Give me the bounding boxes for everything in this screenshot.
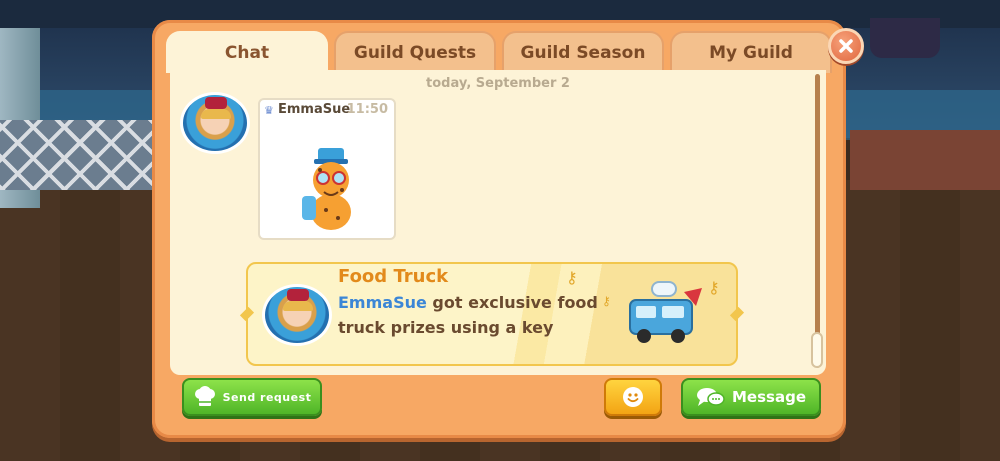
cheetah-sticker-icon [302, 148, 351, 230]
tab-guild-quests[interactable]: Guild Quests [334, 31, 496, 73]
scrollbar-thumb[interactable] [811, 332, 823, 368]
emoji-icon [623, 387, 643, 407]
background-railing [0, 120, 160, 190]
send-request-button[interactable]: Send request [182, 378, 322, 416]
crown-icon: ♛ [264, 104, 274, 117]
tab-guild-season[interactable]: Guild Season [502, 31, 664, 73]
lamp-icon [870, 18, 940, 58]
key-icon: ⚷ [708, 278, 720, 297]
chat-message-bubble: ♛ EmmaSue 11:50 [258, 98, 396, 240]
event-title: Food Truck [338, 266, 449, 287]
message-sender[interactable]: EmmaSue [278, 102, 350, 117]
close-icon [839, 39, 853, 53]
key-icon: ⚷ [566, 268, 578, 287]
tab-my-guild[interactable]: My Guild [670, 31, 832, 73]
event-description: EmmaSue got exclusive food truck prizes … [338, 290, 598, 340]
guild-chat-panel: Chat Guild Quests Guild Season My Guild … [152, 20, 864, 438]
message-button[interactable]: Message [681, 378, 821, 416]
date-separator: today, September 2 [426, 76, 570, 91]
send-request-label: Send request [222, 390, 312, 404]
tab-bar: Chat Guild Quests Guild Season My Guild [166, 31, 832, 73]
food-truck-icon [629, 281, 702, 343]
chat-bubbles-icon [697, 388, 725, 406]
key-icon: ⚷ [602, 294, 611, 308]
message-time: 11:50 [346, 102, 388, 117]
emoji-button[interactable] [604, 378, 662, 416]
event-player-name[interactable]: EmmaSue [338, 293, 427, 312]
event-card: Food Truck EmmaSue got exclusive food tr… [239, 262, 745, 366]
chef-hat-icon [194, 386, 215, 406]
avatar[interactable] [262, 284, 332, 346]
close-button[interactable] [828, 28, 864, 64]
chat-feed[interactable]: today, September 2 ♛ EmmaSue 11:50 Food … [170, 70, 826, 375]
scrollbar-track[interactable] [815, 74, 820, 368]
message-label: Message [732, 388, 806, 406]
avatar[interactable] [180, 92, 250, 154]
tab-chat[interactable]: Chat [166, 31, 328, 73]
